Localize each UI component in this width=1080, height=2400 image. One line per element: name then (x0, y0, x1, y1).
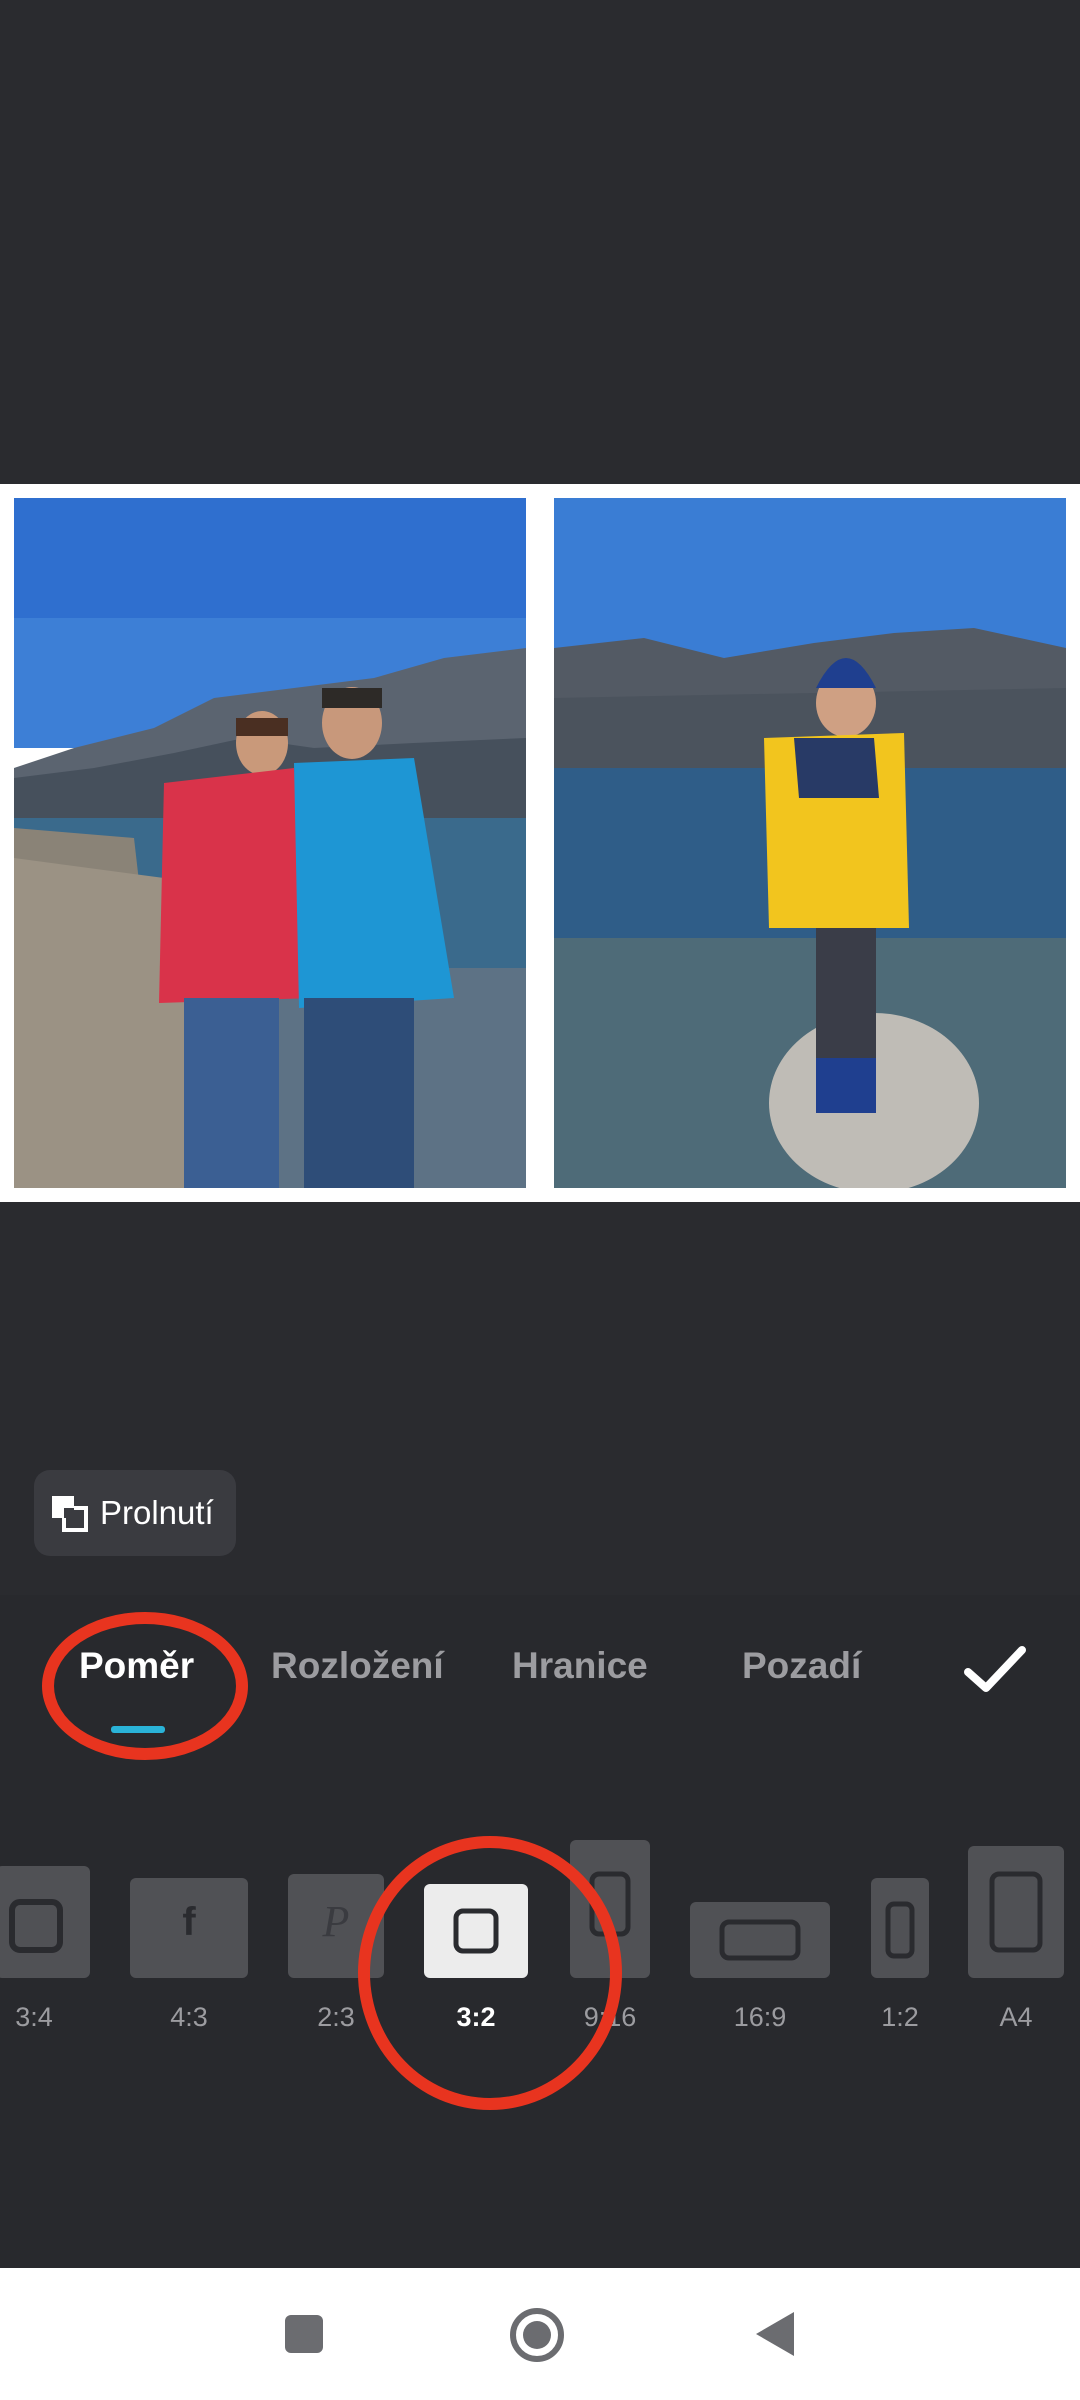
blend-icon (50, 1494, 88, 1532)
ratio-label: 16:9 (733, 2002, 787, 2032)
ratio-option-4-3[interactable]: f 4:3 (130, 1860, 248, 2032)
ratio-option-16-9[interactable]: 16:9 (690, 1860, 830, 2032)
check-icon[interactable] (960, 1640, 1030, 1700)
photo-boy-on-rock[interactable] (554, 498, 1066, 1188)
ratio-16-9-icon (719, 1919, 801, 1961)
ratio-a4-icon (989, 1871, 1043, 1953)
home-icon[interactable] (508, 2306, 566, 2364)
ratio-label: 3:4 (15, 2002, 53, 2032)
facebook-icon: f (182, 1900, 196, 1944)
ratio-label: A4 (999, 2002, 1033, 2032)
annotation-circle-tab (42, 1612, 248, 1760)
blend-button[interactable]: Prolnutí (34, 1470, 236, 1556)
ratio-option-1-2[interactable]: 1:2 (871, 1860, 929, 2032)
blend-button-label: Prolnutí (100, 1494, 214, 1531)
ratio-3-4-icon (9, 1899, 63, 1953)
system-navigation-bar (0, 2268, 1080, 2400)
tab-border[interactable]: Hranice (512, 1645, 648, 1687)
tab-layout[interactable]: Rozložení (271, 1645, 444, 1687)
ratio-label: 4:3 (170, 2002, 208, 2032)
back-icon[interactable] (752, 2308, 798, 2360)
ratio-label: 1:2 (881, 2002, 919, 2032)
tab-background[interactable]: Pozadí (742, 1645, 861, 1687)
photo-couple[interactable] (14, 498, 526, 1188)
recent-apps-icon[interactable] (281, 2311, 327, 2357)
ratio-1-2-icon (885, 1901, 915, 1959)
annotation-circle-ratio (358, 1836, 622, 2110)
photo-collage[interactable] (0, 484, 1080, 1202)
ratio-option-a4[interactable]: A4 (968, 1846, 1064, 2032)
ratio-option-3-4[interactable]: 3:4 (0, 1860, 90, 2032)
